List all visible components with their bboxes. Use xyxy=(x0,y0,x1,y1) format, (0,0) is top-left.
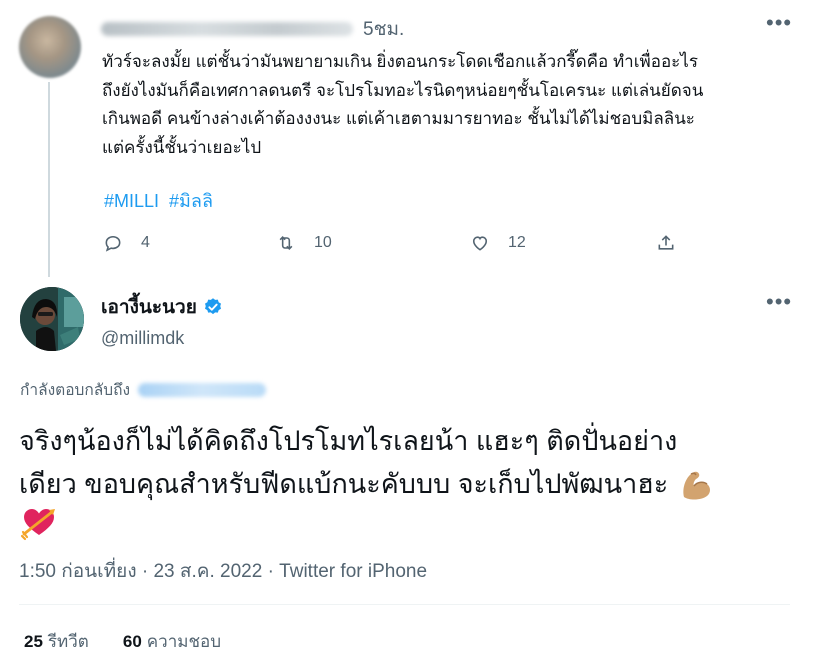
parent-action-bar: 4 10 12 xyxy=(0,231,820,257)
retweet-button[interactable]: 10 xyxy=(276,233,332,253)
reply-more-icon[interactable]: ••• xyxy=(766,289,792,315)
reply-tweet-text: จริงๆน้องก็ไม่ได้คิดถึงโปรโมทไรเลยน้า แฮ… xyxy=(19,420,809,542)
divider xyxy=(19,604,790,605)
like-button[interactable]: 12 xyxy=(470,233,526,253)
parent-text-line: ทัวร์จะลงมั้ย แต่ชั้นว่ามันพยายามเกิน ยิ… xyxy=(102,52,698,71)
tweet-stats: 25 รีทวีต 60 ความชอบ xyxy=(24,628,255,655)
blurred-username[interactable] xyxy=(101,22,353,36)
like-count: 12 xyxy=(508,234,526,251)
retweets-value: 25 xyxy=(24,632,43,651)
replying-to: กำลังตอบกลับถึง xyxy=(20,377,267,402)
flexed-biceps-icon xyxy=(683,471,711,500)
hashtag-link[interactable]: #มิลลิ xyxy=(169,191,213,211)
reply-text-line-2: เดียว ขอบคุณสำหรับฟีดแบ้กนะคับบบ จะเก็บไ… xyxy=(19,463,809,506)
share-icon xyxy=(658,235,674,250)
reply-text-line-3 xyxy=(19,502,809,542)
retweets-label: รีทวีต xyxy=(47,632,89,651)
reply-tweet-header: เอางี้นะนวย @millimdk xyxy=(101,292,223,349)
avatar-image xyxy=(20,287,84,351)
retweets-stat[interactable]: 25 รีทวีต xyxy=(24,628,89,655)
parent-text-line: ถึงยังไงมันก็คือเทศกาลดนตรี จะโปรโมทอะไร… xyxy=(102,80,704,100)
tweet-meta[interactable]: 1:50 ก่อนเที่ยง · 23 ส.ค. 2022 · Twitter… xyxy=(19,556,427,586)
retweet-count: 10 xyxy=(314,234,332,251)
likes-value: 60 xyxy=(122,632,142,651)
reply-text-line: จริงๆน้องก็ไม่ได้คิดถึงโปรโมทไรเลยน้า แฮ… xyxy=(19,426,678,456)
reply-icon xyxy=(105,235,121,252)
verified-badge-icon[interactable] xyxy=(203,297,223,317)
parent-avatar[interactable] xyxy=(19,16,81,78)
parent-text-line: แต่ครั้งนี้ชั้นว่าเยอะไป xyxy=(102,137,262,157)
likes-label: ความชอบ xyxy=(146,632,221,651)
reply-count: 4 xyxy=(141,234,150,251)
replying-to-label: กำลังตอบกลับถึง xyxy=(20,382,131,399)
likes-stat[interactable]: 60 ความชอบ xyxy=(123,628,221,655)
blurred-reply-handle[interactable] xyxy=(138,382,267,397)
parent-tweet-header: 5ชม. xyxy=(101,12,404,46)
parent-tweet-time[interactable]: 5ชม. xyxy=(363,14,404,44)
reply-text-line: เดียว ขอบคุณสำหรับฟีดแบ้กนะคับบบ จะเก็บไ… xyxy=(19,469,669,499)
parent-more-icon[interactable]: ••• xyxy=(766,10,792,36)
hashtags: #MILLI #มิลลิ xyxy=(104,186,218,215)
retweet-icon xyxy=(279,236,293,250)
heart-with-arrow-icon xyxy=(20,509,55,541)
share-button[interactable] xyxy=(656,233,676,253)
author-handle[interactable]: @millimdk xyxy=(101,328,223,349)
reply-button[interactable]: 4 xyxy=(103,233,150,253)
hashtag-link[interactable]: #MILLI xyxy=(104,191,159,211)
author-display-name[interactable]: เอางี้นะนวย xyxy=(101,292,197,322)
reply-avatar[interactable] xyxy=(20,287,84,351)
author-name-row: เอางี้นะนวย xyxy=(101,292,223,322)
parent-text-line: เกินพอดี คนข้างล่างเค้าต้องงงนะ แต่เค้าเ… xyxy=(102,109,695,128)
parent-tweet-text: ทัวร์จะลงมั้ย แต่ชั้นว่ามันพยายามเกิน ยิ… xyxy=(102,48,802,162)
like-icon xyxy=(472,236,488,251)
